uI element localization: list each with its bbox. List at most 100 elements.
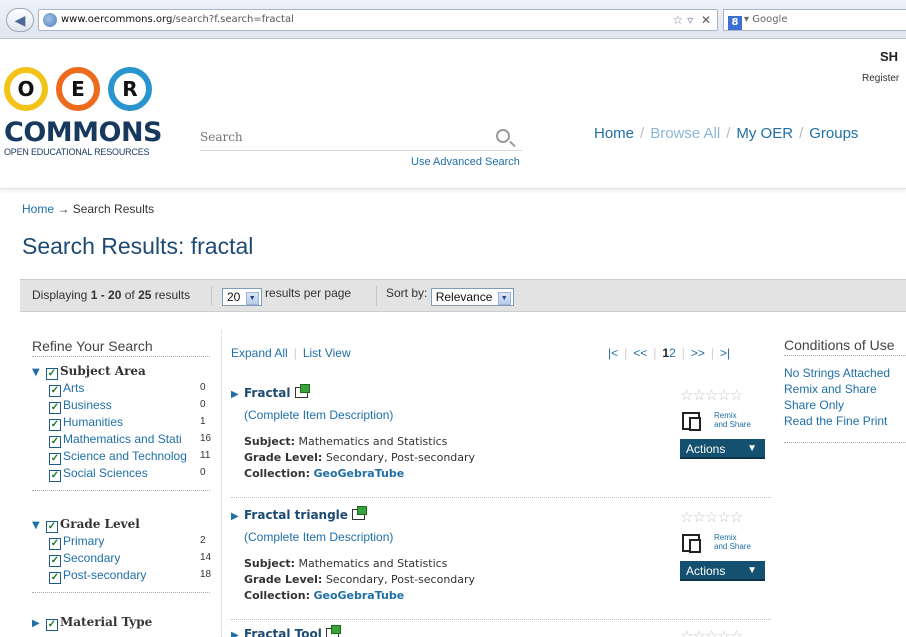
expand-triangle-icon[interactable]: ▶ <box>231 511 244 522</box>
checkbox[interactable]: ✓ <box>46 368 58 380</box>
logo-subtitle: OPEN EDUCATIONAL RESOURCES <box>4 147 150 157</box>
checkbox[interactable]: ✓ <box>49 572 61 584</box>
expand-all-link[interactable]: Expand All <box>231 346 288 360</box>
facet-item[interactable]: ✓ Business 0 <box>32 397 214 414</box>
star-rating[interactable]: ☆☆☆☆☆ <box>680 627 743 637</box>
external-link-icon[interactable] <box>351 506 367 520</box>
condition-fine-print[interactable]: Read the Fine Print <box>784 413 890 429</box>
expand-triangle-icon[interactable]: ▶ <box>231 630 244 637</box>
facet-item-label: Post-secondary <box>63 568 147 582</box>
results-range: 1 - 20 <box>90 288 122 302</box>
address-bar[interactable]: www.oercommons.org/search?f.search=fract… <box>38 9 718 31</box>
logo-letter-o: O <box>4 67 48 111</box>
actions-button[interactable]: Actions ▼ <box>680 439 765 459</box>
facet-item-label: Science and Technolog <box>63 449 187 463</box>
list-view-link[interactable]: List View <box>303 346 351 360</box>
sort-label: Sort by: <box>386 286 428 300</box>
per-page-control: 20 ▼ results per page <box>222 286 351 306</box>
facet-item[interactable]: ✓ Social Sciences 0 <box>32 465 214 482</box>
collapsed-triangle-icon[interactable]: ▶ <box>32 615 46 632</box>
dropdown-icon[interactable]: ▿ <box>687 13 693 27</box>
page-2-link[interactable]: 2 <box>669 346 676 360</box>
expand-triangle-icon[interactable]: ▶ <box>231 389 244 400</box>
facet-item[interactable]: ✓ Arts 0 <box>32 380 214 397</box>
advanced-search-link[interactable]: Use Advanced Search <box>411 156 520 168</box>
nav-browse-all[interactable]: Browse All <box>650 125 720 142</box>
search-icon[interactable] <box>496 129 510 143</box>
user-menu[interactable]: SH <box>880 49 898 64</box>
nav-home[interactable]: Home <box>594 125 634 142</box>
nav-my-oer[interactable]: My OER <box>736 125 793 142</box>
collection-link[interactable]: GeoGebraTube <box>313 589 404 602</box>
result-title-link[interactable]: Fractal triangle <box>244 508 348 522</box>
condition-no-strings[interactable]: No Strings Attached <box>784 365 890 381</box>
checkbox[interactable]: ✓ <box>49 453 61 465</box>
sort-select[interactable]: Relevance ▼ <box>430 288 514 306</box>
remix-and-share-badge[interactable]: Remix and Share <box>682 532 768 558</box>
globe-icon <box>43 13 57 27</box>
facet-item-count: 2 <box>200 535 206 546</box>
remix-and-share-badge[interactable]: Remix and Share <box>682 410 768 436</box>
facet-item[interactable]: ✓ Science and Technolog 11 <box>32 448 214 465</box>
collection-link[interactable]: GeoGebraTube <box>313 467 404 480</box>
facet-item[interactable]: ✓ Primary 2 <box>32 533 214 550</box>
checkbox[interactable]: ✓ <box>49 470 61 482</box>
stop-icon[interactable]: ✕ <box>701 13 711 27</box>
last-page-link[interactable]: >| <box>720 346 730 360</box>
facet-item-label: Primary <box>63 534 105 548</box>
per-page-select[interactable]: 20 ▼ <box>222 288 262 306</box>
site-header: O E R COMMONS OPEN EDUCATIONAL RESOURCES… <box>0 39 906 189</box>
actions-button[interactable]: Actions ▼ <box>680 561 765 581</box>
facet-header[interactable]: ▶ ✓ Material Type <box>32 614 214 631</box>
next-page-link[interactable]: >> <box>691 346 705 360</box>
star-rating[interactable]: ☆☆☆☆☆ <box>680 508 743 526</box>
result-collection: Collection: GeoGebraTube <box>244 466 771 482</box>
checkbox[interactable]: ✓ <box>49 538 61 550</box>
facet-item-label: Business <box>63 398 112 412</box>
checkbox[interactable]: ✓ <box>49 385 61 397</box>
nav-groups[interactable]: Groups <box>809 125 858 142</box>
back-arrow-icon[interactable]: ◀ <box>6 8 34 32</box>
checkbox[interactable]: ✓ <box>46 521 58 533</box>
facet-item-count: 11 <box>200 450 211 461</box>
facet-item[interactable]: ✓ Humanities 1 <box>32 414 214 431</box>
facet-header[interactable]: ▼ ✓ Grade Level <box>32 516 214 533</box>
browser-search-box[interactable]: 8 ▾ Google <box>723 9 906 31</box>
nav-separator: / <box>726 125 731 142</box>
url-controls: ☆ ▿ ✕ <box>672 10 711 30</box>
condition-share-only[interactable]: Share Only <box>784 397 890 413</box>
displaying-label: Displaying <box>32 288 88 302</box>
remix-line-2: and Share <box>714 420 751 429</box>
breadcrumb-home[interactable]: Home <box>22 202 54 216</box>
checkbox[interactable]: ✓ <box>49 555 61 567</box>
star-rating[interactable]: ☆☆☆☆☆ <box>680 386 743 404</box>
external-link-icon[interactable] <box>325 625 341 637</box>
pipe-separator: | <box>681 346 685 360</box>
bookmark-star-icon[interactable]: ☆ <box>672 13 683 27</box>
google-icon[interactable]: 8 <box>728 16 742 30</box>
facet-item[interactable]: ✓ Secondary 14 <box>32 550 214 567</box>
expanded-triangle-icon[interactable]: ▼ <box>32 517 46 534</box>
facet-item[interactable]: ✓ Mathematics and Stati 16 <box>32 431 214 448</box>
first-page-link[interactable]: |< <box>608 346 618 360</box>
site-search <box>200 125 522 151</box>
result-title-link[interactable]: Fractal <box>244 386 291 400</box>
checkbox[interactable]: ✓ <box>49 402 61 414</box>
oer-commons-logo[interactable]: O E R COMMONS OPEN EDUCATIONAL RESOURCES <box>4 67 164 157</box>
expanded-triangle-icon[interactable]: ▼ <box>32 364 46 381</box>
facet-header[interactable]: ▼ ✓ Subject Area <box>32 363 214 380</box>
register-link[interactable]: Register <box>862 73 899 84</box>
subject-value: Mathematics and Statistics <box>298 435 448 448</box>
facet-title: Grade Level <box>60 517 140 531</box>
divider <box>32 592 210 593</box>
checkbox[interactable]: ✓ <box>49 419 61 431</box>
checkbox[interactable]: ✓ <box>49 436 61 448</box>
condition-remix-share[interactable]: Remix and Share <box>784 381 890 397</box>
result-title-link[interactable]: Fractal Tool <box>244 627 322 637</box>
search-engine-dropdown-icon[interactable]: ▾ <box>744 14 749 25</box>
search-input[interactable] <box>200 125 480 149</box>
prev-page-link[interactable]: << <box>633 346 647 360</box>
facet-item[interactable]: ✓ Post-secondary 18 <box>32 567 214 584</box>
external-link-icon[interactable] <box>294 384 310 398</box>
checkbox[interactable]: ✓ <box>46 619 58 631</box>
